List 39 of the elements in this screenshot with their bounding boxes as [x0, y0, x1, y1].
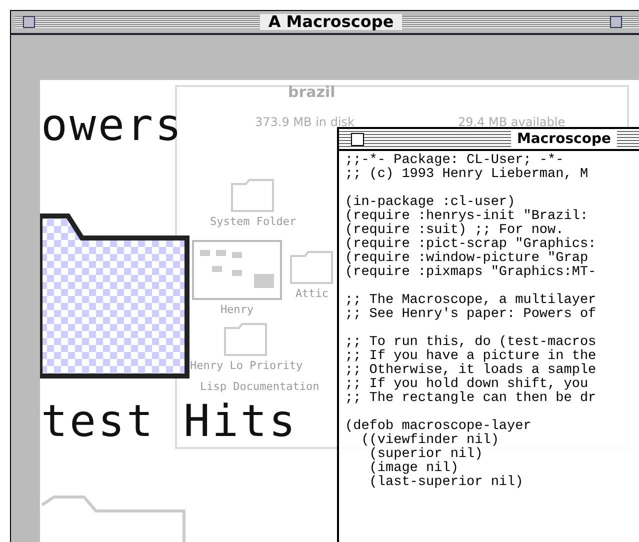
- finder-item-label[interactable]: Lisp Documentation: [200, 380, 320, 393]
- disk-usage-text: 373.9 MB in disk: [255, 115, 354, 129]
- code-line: (superior nil): [368, 448, 483, 462]
- slide-heading-text: owers: [41, 104, 184, 148]
- zoom-box[interactable]: [610, 16, 622, 28]
- code-line: (require :pixmaps "Graphics:MT-: [345, 266, 596, 280]
- code-line: (in-package :cl-user): [345, 196, 516, 210]
- folder-icon: [224, 322, 268, 356]
- folder-icon: [231, 178, 276, 212]
- code-line: ((viewfinder nil): [360, 434, 499, 448]
- code-line: (image nil): [368, 462, 458, 476]
- code-line: ;; If you have a picture in the: [345, 350, 596, 364]
- close-box[interactable]: [351, 133, 364, 146]
- window-title: A Macroscope: [260, 14, 402, 30]
- code-line: ;; See Henry's paper: Powers of: [345, 308, 596, 322]
- window-thumbnail-icon: [192, 240, 282, 300]
- code-line: ;;-*- Package: CL-User; -*-: [345, 154, 564, 168]
- code-line: (require :pict-scrap "Graphics:: [345, 238, 596, 252]
- finder-item-label[interactable]: Henry Lo Priority: [190, 359, 303, 372]
- finder-item-label[interactable]: Henry: [220, 303, 254, 316]
- slide-heading-text: test Hits: [41, 400, 298, 444]
- code-line: ;; Otherwise, it loads a sample: [345, 364, 596, 378]
- code-line: ;; (c) 1993 Henry Lieberman, M: [345, 168, 588, 182]
- finder-window-title: brazil: [288, 83, 336, 101]
- code-line: ;; If you hold down shift, you: [345, 378, 588, 392]
- code-line: ;; The rectangle can then be dr: [345, 392, 596, 406]
- code-line: (require :window-picture "Grap: [345, 252, 588, 266]
- code-line: (defob macroscope-layer: [345, 420, 532, 434]
- available-space-text: 29.4 MB available: [458, 115, 566, 129]
- finder-item-label[interactable]: Attic: [295, 287, 329, 300]
- code-line: (require :henrys-init "Brazil:: [345, 210, 588, 224]
- folder-icon: [290, 250, 334, 284]
- close-box[interactable]: [23, 16, 35, 28]
- code-line: (require :suit) ;; For now.: [345, 224, 564, 238]
- code-line: (last-superior nil): [368, 476, 524, 490]
- code-line: ;; To run this, do (test-macros: [345, 336, 596, 350]
- code-line: ;; The Macroscope, a multilayer: [345, 294, 596, 308]
- finder-item-label[interactable]: System Folder: [210, 215, 296, 228]
- editor-window-title: Macroscope: [511, 131, 617, 147]
